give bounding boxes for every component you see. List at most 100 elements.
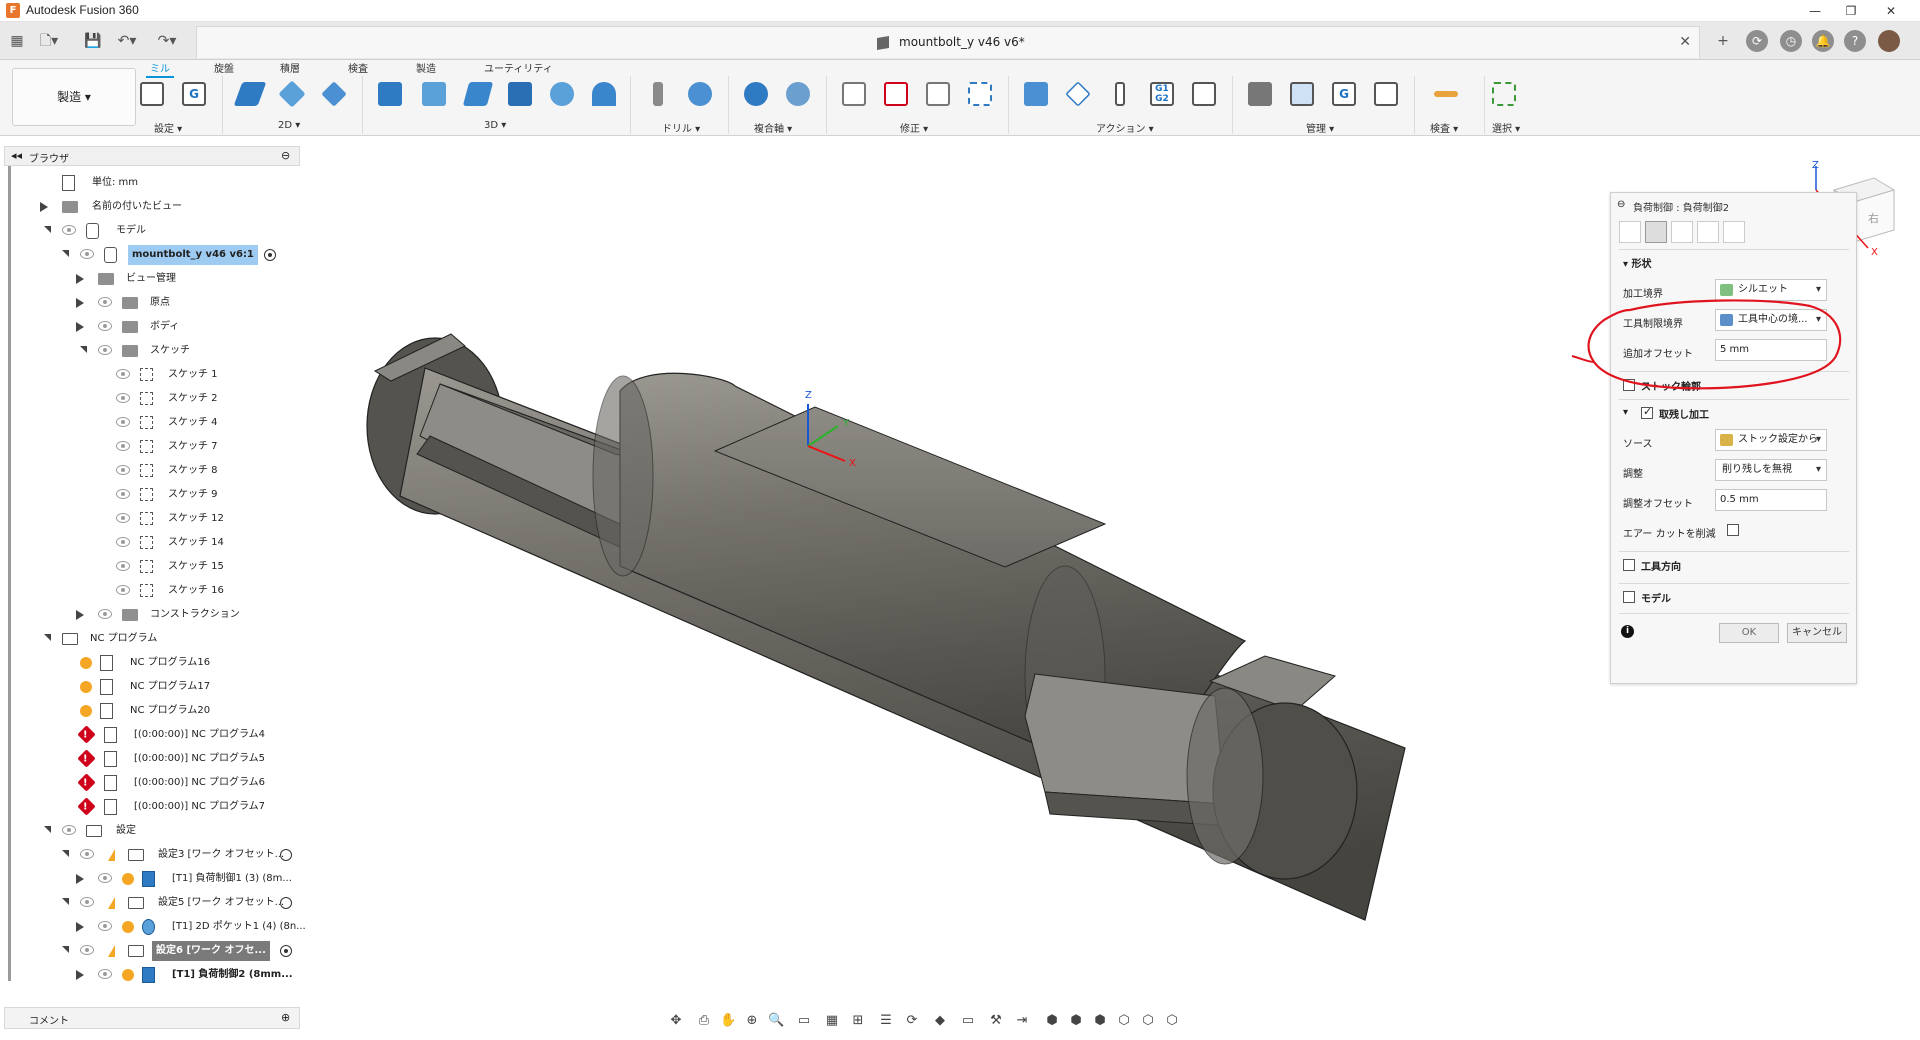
group-drill[interactable]: ドリル ▾ — [662, 120, 700, 135]
visibility-icon[interactable] — [116, 513, 130, 523]
group-2d[interactable]: 2D ▾ — [278, 120, 300, 131]
visibility-icon[interactable] — [80, 945, 94, 955]
adjust-offset-input[interactable]: 0.5 mm — [1715, 489, 1827, 511]
visibility-icon[interactable] — [98, 609, 112, 619]
rest-machining-collapse-icon[interactable]: ▾ — [1623, 407, 1628, 418]
source-select[interactable]: ストック設定から — [1715, 429, 1827, 451]
visibility-icon[interactable] — [98, 969, 112, 979]
visibility-icon[interactable] — [98, 297, 112, 307]
expand-icon[interactable] — [76, 970, 84, 980]
add-comment-icon[interactable]: ⊕ — [281, 1011, 290, 1024]
setup-folder-icon[interactable] — [136, 78, 168, 110]
save-button[interactable]: 💾 — [82, 30, 104, 52]
drill-icon[interactable] — [642, 78, 674, 110]
expand-icon[interactable] — [76, 922, 84, 932]
camera-icon[interactable]: ▭ — [960, 1013, 976, 1029]
face-icon[interactable] — [318, 78, 350, 110]
contour-icon[interactable] — [504, 78, 536, 110]
visibility-icon[interactable] — [98, 873, 112, 883]
delete-icon[interactable] — [880, 78, 912, 110]
tool-library-icon[interactable] — [1244, 78, 1276, 110]
collapse-icon[interactable] — [58, 850, 69, 857]
expand-icon[interactable] — [76, 322, 84, 332]
close-window-button[interactable]: ✕ — [1876, 1, 1906, 21]
collapse-icon[interactable] — [40, 634, 51, 641]
group-modify[interactable]: 修正 ▾ — [900, 120, 928, 135]
group-3d[interactable]: 3D ▾ — [484, 120, 506, 131]
collapse-icon[interactable] — [58, 898, 69, 905]
g1g2-icon[interactable]: G1 G2 — [1146, 78, 1178, 110]
workspace-switcher[interactable]: 製造 ▾ — [12, 68, 136, 126]
browser-options-icon[interactable]: ⊖ — [281, 149, 290, 162]
tab-inspection[interactable]: 検査 — [348, 60, 368, 75]
undo-button[interactable]: ↶▾ — [116, 30, 138, 52]
2d-pocket-icon[interactable] — [276, 78, 308, 110]
adjust-select[interactable]: 削り残しを無視 — [1715, 459, 1827, 481]
maximize-button[interactable]: ❐ — [1836, 1, 1866, 21]
tab-fabrication[interactable]: 製造 — [416, 60, 436, 75]
3d-pocket-icon[interactable] — [418, 78, 450, 110]
shaded-view-icon[interactable]: ⬢ — [1044, 1013, 1060, 1029]
tab-heights-icon[interactable] — [1671, 221, 1693, 243]
activate-radio[interactable] — [280, 897, 292, 909]
visibility-icon[interactable] — [116, 537, 130, 547]
expand-icon[interactable] — [76, 298, 84, 308]
post-library-icon[interactable]: G — [1328, 78, 1360, 110]
air-cut-checkbox[interactable] — [1727, 524, 1739, 536]
model-checkbox[interactable] — [1623, 591, 1635, 603]
close-tab-icon[interactable]: ✕ — [1679, 34, 1691, 50]
zoom-icon[interactable]: ⊕ — [744, 1013, 760, 1029]
template-library-icon[interactable] — [1370, 78, 1402, 110]
dialog-collapse-icon[interactable]: ⊖ — [1617, 199, 1625, 210]
setup-sheet-icon[interactable] — [1188, 78, 1220, 110]
collapse-icon[interactable] — [58, 946, 69, 953]
select-icon[interactable] — [1488, 78, 1520, 110]
visibility-icon[interactable] — [98, 345, 112, 355]
visibility-icon[interactable] — [116, 393, 130, 403]
ok-button[interactable]: OK — [1719, 623, 1779, 643]
grid-icon[interactable]: ▦ — [824, 1013, 840, 1029]
visibility-icon[interactable] — [80, 249, 94, 259]
hidden-edges-icon[interactable]: ⬢ — [1092, 1013, 1108, 1029]
group-inspect[interactable]: 検査 ▾ — [1430, 120, 1458, 135]
duplicate-icon[interactable] — [922, 78, 954, 110]
orbit-icon[interactable]: ✥ — [668, 1013, 684, 1029]
activate-radio[interactable] — [280, 945, 292, 957]
tab-tool-icon[interactable] — [1619, 221, 1641, 243]
shading-icon[interactable]: ◆ — [932, 1013, 948, 1029]
group-manage[interactable]: 管理 ▾ — [1306, 120, 1334, 135]
collapse-icon[interactable]: ◂◂ — [11, 149, 22, 162]
multi-axis-contour-icon[interactable] — [740, 78, 772, 110]
activate-radio[interactable] — [280, 849, 292, 861]
tab-turning[interactable]: 旋盤 — [214, 60, 234, 75]
browser-scrollbar[interactable] — [8, 166, 11, 981]
visibility-icon[interactable] — [62, 225, 76, 235]
2d-adaptive-icon[interactable] — [233, 78, 267, 110]
group-select[interactable]: 選択 ▾ — [1492, 120, 1520, 135]
tab-utilities[interactable]: ユーティリティ — [484, 60, 553, 75]
tool-display-icon[interactable]: ⚒ — [988, 1013, 1004, 1029]
simulate-icon[interactable] — [1020, 78, 1052, 110]
visibility-icon[interactable] — [116, 489, 130, 499]
post-process-icon[interactable] — [1104, 78, 1136, 110]
refresh-icon[interactable]: ⟳ — [904, 1013, 920, 1029]
pattern-icon[interactable] — [964, 78, 996, 110]
info-icon[interactable]: i — [1621, 625, 1634, 638]
tab-linking-icon[interactable] — [1723, 221, 1745, 243]
tab-mill[interactable]: ミル — [146, 60, 174, 78]
expand-icon[interactable] — [40, 202, 48, 212]
rotary-icon[interactable] — [782, 78, 814, 110]
tab-passes-icon[interactable] — [1697, 221, 1719, 243]
wireframe-icon[interactable]: ⬡ — [1116, 1013, 1132, 1029]
simulate-machine-icon[interactable] — [1062, 78, 1094, 110]
parallel-icon[interactable] — [462, 78, 494, 110]
avatar[interactable] — [1878, 30, 1900, 52]
job-status-icon[interactable]: ◷ — [1780, 30, 1802, 52]
visible-edges-icon[interactable]: ⬡ — [1164, 1013, 1180, 1029]
cut-icon[interactable] — [838, 78, 870, 110]
extensions-icon[interactable]: ⟳ — [1746, 30, 1768, 52]
new-tab-button[interactable]: + — [1712, 30, 1734, 52]
3d-adaptive-icon[interactable] — [374, 78, 406, 110]
expand-icon[interactable] — [76, 610, 84, 620]
zoom-window-icon[interactable]: 🔍 — [768, 1013, 784, 1029]
